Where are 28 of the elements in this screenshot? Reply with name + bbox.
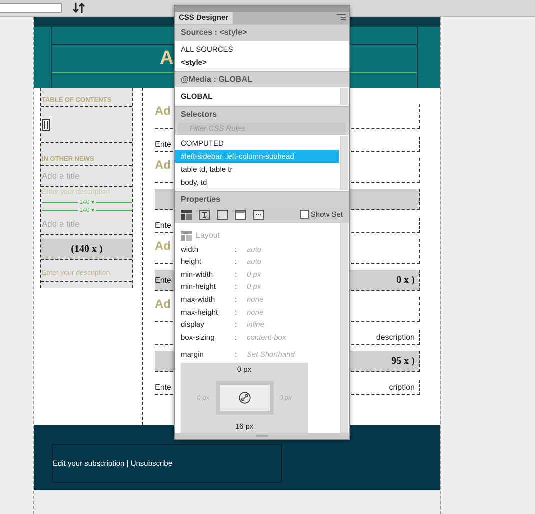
scrollbar[interactable]	[340, 136, 348, 190]
description-placeholder[interactable]: description	[376, 332, 415, 342]
border-icon[interactable]	[217, 210, 228, 220]
image-placeholder[interactable]: 95 x )	[392, 356, 415, 366]
scrollbar[interactable]	[340, 222, 348, 434]
background-icon[interactable]	[235, 210, 246, 220]
link-icon[interactable]	[238, 392, 250, 404]
description-placeholder[interactable]: Ente	[155, 382, 172, 392]
section-header[interactable]: Selectors	[175, 106, 349, 123]
image-placeholder[interactable]: 0 x )	[396, 274, 415, 286]
description-placeholder[interactable]: cription	[389, 382, 415, 392]
layout-icon[interactable]	[181, 210, 192, 220]
section-header[interactable]: @Media : GLOBAL	[175, 70, 349, 88]
description-placeholder[interactable]: Ente	[155, 276, 172, 284]
panel-menu-icon[interactable]	[337, 14, 346, 22]
text-icon[interactable]	[199, 210, 210, 220]
layout-icon	[181, 230, 192, 241]
description-placeholder[interactable]: Ente	[155, 220, 172, 230]
scrollbar[interactable]	[340, 88, 348, 106]
sort-icon[interactable]	[73, 3, 86, 13]
group-heading: Layout	[196, 231, 220, 240]
image-placeholder[interactable]: (140 x )	[41, 239, 132, 260]
description-placeholder[interactable]: Ente	[155, 140, 172, 148]
section-header[interactable]: Sources : <style>	[175, 24, 349, 40]
section-header[interactable]: Properties	[175, 190, 349, 208]
search-field[interactable]	[0, 3, 62, 13]
more-icon[interactable]	[253, 210, 264, 220]
header-title: A	[160, 48, 174, 70]
